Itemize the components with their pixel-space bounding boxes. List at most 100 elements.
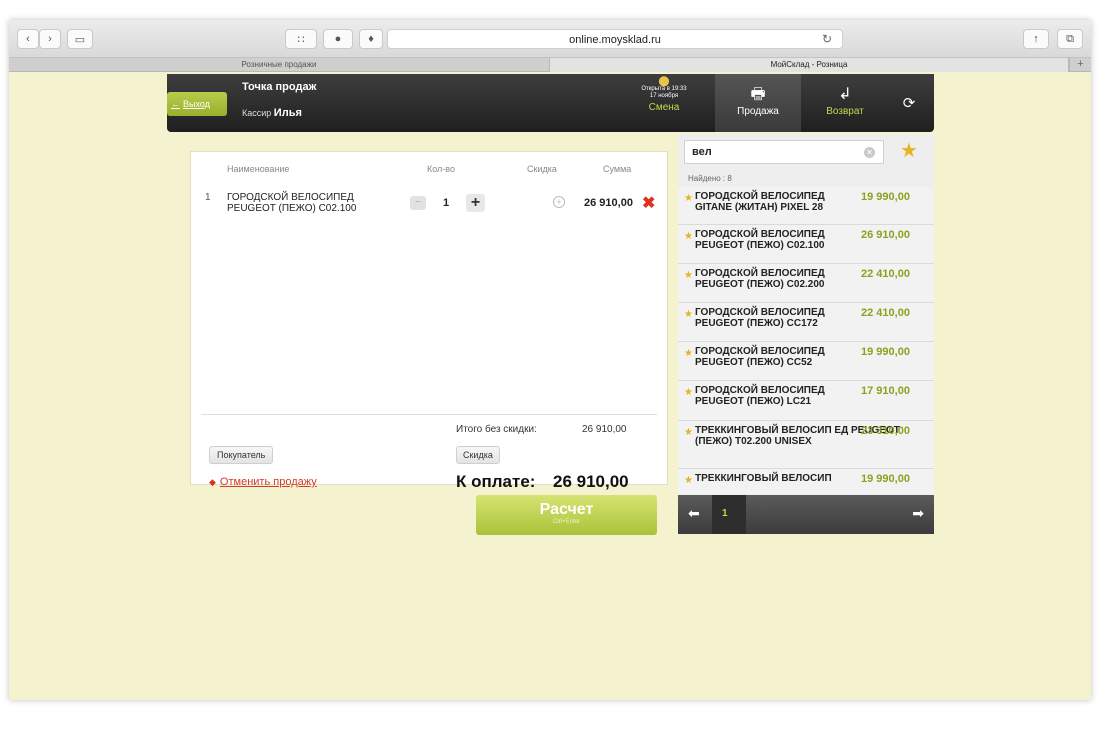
to-pay-label: К оплате: xyxy=(456,472,536,491)
result-price: 26 910,00 xyxy=(861,229,910,241)
exit-button[interactable]: ← Выход xyxy=(167,92,227,116)
result-name: ГОРОДСКОЙ ВЕЛОСИПЕД GITANE (ЖИТАН) PIXEL… xyxy=(695,191,825,213)
reload-icon[interactable]: ↻ xyxy=(822,32,832,46)
list-item[interactable]: ★ ТРЕККИНГОВЫЙ ВЕЛОСИП 19 990,00 xyxy=(678,469,934,494)
result-price: 17 910,00 xyxy=(861,385,910,397)
star-icon[interactable]: ★ xyxy=(684,387,693,398)
cashier-name: Илья xyxy=(273,107,302,119)
star-icon[interactable]: ★ xyxy=(684,309,693,320)
tab-retail-sales[interactable]: Розничные продажи xyxy=(9,58,550,72)
arrow-left-icon: ← xyxy=(171,99,180,109)
list-item[interactable]: ★ ГОРОДСКОЙ ВЕЛОСИПЕД PEUGEOT (ПЕЖО) C02… xyxy=(678,225,934,264)
tab-moysklad[interactable]: МойСклад - Розница xyxy=(550,58,1069,72)
cancel-sale-link[interactable]: ◆ Отменить продажу xyxy=(209,476,317,488)
divider xyxy=(201,414,657,415)
cashier-label: Кассир xyxy=(242,108,272,118)
next-page-icon[interactable]: ➡ xyxy=(912,505,924,522)
top-sites-button[interactable]: ∷ xyxy=(285,29,317,49)
row-sum: 26 910,00 xyxy=(584,197,633,209)
exit-label: Выход xyxy=(183,99,210,109)
clear-search-icon[interactable]: ✕ xyxy=(864,147,875,158)
app-header: ← Выход Точка продаж Кассир Илья ⬤ Открыт… xyxy=(167,74,934,132)
star-icon[interactable]: ★ xyxy=(684,193,693,204)
search-input[interactable]: вел ✕ xyxy=(684,140,884,164)
list-item[interactable]: ★ ГОРОДСКОЙ ВЕЛОСИПЕД GITANE (ЖИТАН) PIX… xyxy=(678,187,934,225)
chevron-left-icon: ‹ xyxy=(26,33,30,45)
star-icon[interactable]: ★ xyxy=(684,475,693,486)
favorites-star-icon[interactable]: ★ xyxy=(900,138,918,163)
grid-icon: ∷ xyxy=(297,33,305,46)
result-name: ГОРОДСКОЙ ВЕЛОСИПЕД PEUGEOT (ПЕЖО) C02.1… xyxy=(695,229,825,251)
list-item[interactable]: ★ ТРЕККИНГОВЫЙ ВЕЛОСИП ЕД PEUGEOT (ПЕЖО)… xyxy=(678,421,934,469)
buyer-button[interactable]: Покупатель xyxy=(209,446,274,464)
result-price: 23 310,00 xyxy=(861,425,910,437)
new-tab-button[interactable]: + xyxy=(1069,58,1091,72)
result-name: ГОРОДСКОЙ ВЕЛОСИПЕД PEUGEOT (ПЕЖО) LC21 xyxy=(695,385,825,407)
column-qty: Кол-во xyxy=(427,164,455,174)
star-icon[interactable]: ★ xyxy=(684,348,693,359)
sale-label: Продажа xyxy=(737,106,779,117)
current-page[interactable]: 1 xyxy=(712,495,746,534)
star-icon[interactable]: ★ xyxy=(684,231,693,242)
share-icon: ↑ xyxy=(1033,33,1039,45)
back-button[interactable]: ‹ xyxy=(17,29,39,49)
sidebar-button[interactable]: ▭ xyxy=(67,29,93,49)
ring-icon: ● xyxy=(334,33,342,45)
opera-extension-button[interactable]: ● xyxy=(323,29,353,49)
list-item[interactable]: ★ ГОРОДСКОЙ ВЕЛОСИПЕД PEUGEOT (ПЕЖО) CC5… xyxy=(678,342,934,381)
shift-opened-time: Открыта в 19:33 xyxy=(641,86,687,92)
share-button[interactable]: ↑ xyxy=(1023,29,1049,49)
point-of-sale-title: Точка продаж xyxy=(242,81,317,93)
address-bar[interactable]: online.moysklad.ru ↻ xyxy=(387,29,843,49)
return-label: Возврат xyxy=(826,106,864,117)
pay-label: Расчет xyxy=(539,501,594,518)
extension-button[interactable]: ♦ xyxy=(359,29,383,49)
total-without-discount-label: Итого без скидки: xyxy=(456,424,537,435)
return-icon: ↲ xyxy=(838,86,852,103)
sale-button[interactable]: 🖶 Продажа xyxy=(715,74,801,132)
sync-icon[interactable]: ⟳ xyxy=(889,94,929,112)
shift-button[interactable]: ⬤ Открыта в 19:33 17 ноября Смена xyxy=(622,74,706,132)
search-query: вел xyxy=(692,146,712,158)
discount-button[interactable]: Скидка xyxy=(456,446,500,464)
star-icon[interactable]: ★ xyxy=(684,270,693,281)
cart-panel: Наименование Кол-во Скидка Сумма 1 ГОРОД… xyxy=(190,151,668,491)
shift-date: 17 ноября xyxy=(649,93,679,99)
sidebar-icon: ▭ xyxy=(74,33,86,46)
column-sum: Сумма xyxy=(603,164,632,174)
tabs-icon: ⧉ xyxy=(1066,32,1074,45)
result-name: ГОРОДСКОЙ ВЕЛОСИПЕД PEUGEOT (ПЕЖО) C02.2… xyxy=(695,268,825,290)
column-name: Наименование xyxy=(227,164,290,174)
add-discount-icon[interactable]: + xyxy=(553,196,565,208)
result-price: 19 990,00 xyxy=(861,191,910,203)
pay-shortcut: Ctrl+Enter xyxy=(552,519,581,525)
total-without-discount-value: 26 910,00 xyxy=(582,424,627,435)
delete-row-icon[interactable]: ✖ xyxy=(642,193,655,213)
chevron-right-icon: › xyxy=(48,33,52,45)
qty-increase-button[interactable]: + xyxy=(466,194,485,212)
browser-window: ‹ › ▭ ∷ ● ♦ online.moysklad.ru ↻ ↑ ⧉ Роз… xyxy=(9,20,1091,700)
qty-decrease-button[interactable]: − xyxy=(410,196,426,210)
row-product-name: ГОРОДСКОЙ ВЕЛОСИПЕД PEUGEOT (ПЕЖО) C02.1… xyxy=(227,192,357,214)
column-discount: Скидка xyxy=(527,164,557,174)
list-item[interactable]: ★ ГОРОДСКОЙ ВЕЛОСИПЕД PEUGEOT (ПЕЖО) LC2… xyxy=(678,381,934,421)
cancel-sale-label: Отменить продажу xyxy=(219,476,317,488)
result-name: ГОРОДСКОЙ ВЕЛОСИПЕД PEUGEOT (ПЕЖО) CC172 xyxy=(695,307,825,329)
pay-button[interactable]: Расчет Ctrl+Enter xyxy=(476,495,657,535)
tabs-overview-button[interactable]: ⧉ xyxy=(1057,29,1083,49)
result-name: ГОРОДСКОЙ ВЕЛОСИПЕД PEUGEOT (ПЕЖО) CC52 xyxy=(695,346,825,368)
result-price: 19 990,00 xyxy=(861,346,910,358)
star-icon[interactable]: ★ xyxy=(684,427,693,438)
list-item[interactable]: ★ ГОРОДСКОЙ ВЕЛОСИПЕД PEUGEOT (ПЕЖО) C02… xyxy=(678,264,934,303)
prev-page-icon[interactable]: ⬅ xyxy=(688,505,700,522)
cashier-info: Кассир Илья xyxy=(242,107,302,119)
forward-button[interactable]: › xyxy=(39,29,61,49)
search-results-list: ★ ГОРОДСКОЙ ВЕЛОСИПЕД GITANE (ЖИТАН) PIX… xyxy=(678,187,934,494)
arrow-left-icon: ◆ xyxy=(209,477,216,487)
url-text: online.moysklad.ru xyxy=(569,34,661,46)
qty-value[interactable]: 1 xyxy=(443,197,449,209)
return-button[interactable]: ↲ Возврат xyxy=(802,74,888,132)
list-item[interactable]: ★ ГОРОДСКОЙ ВЕЛОСИПЕД PEUGEOT (ПЕЖО) CC1… xyxy=(678,303,934,342)
cash-register-icon: 🖶 xyxy=(750,86,766,103)
shift-icon: ⬤ xyxy=(658,76,670,87)
